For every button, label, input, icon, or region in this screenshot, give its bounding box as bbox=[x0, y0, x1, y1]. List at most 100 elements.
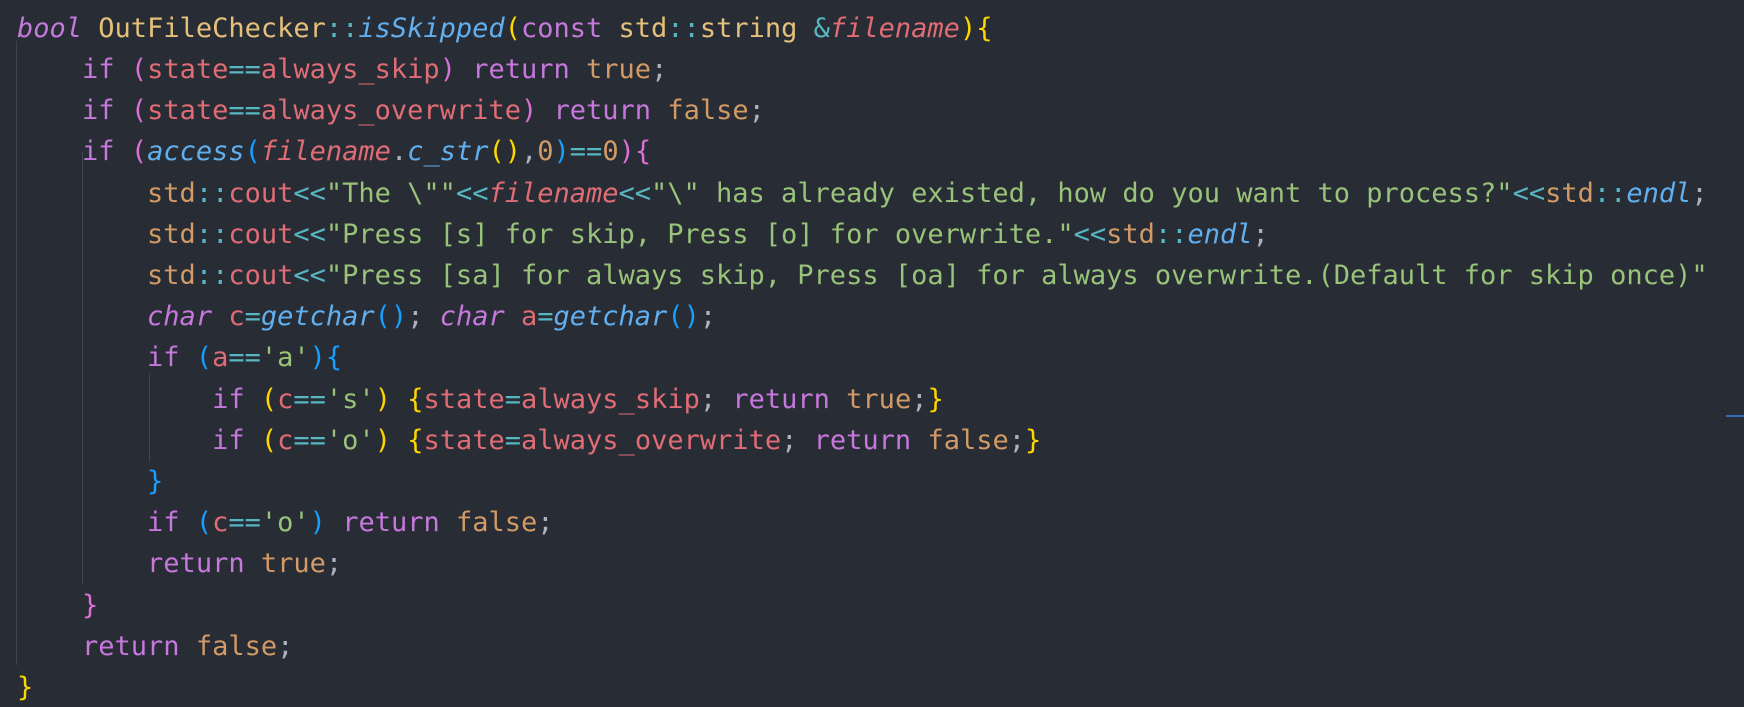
code-token: true bbox=[586, 54, 652, 85]
code-token: if bbox=[212, 384, 245, 415]
code-token: } bbox=[927, 384, 944, 415]
code-line[interactable]: bool OutFileChecker::isSkipped(const std… bbox=[17, 8, 992, 49]
scrollbar-marker bbox=[1726, 415, 1744, 417]
code-token: ( bbox=[260, 384, 278, 415]
code-token: access bbox=[147, 136, 245, 167]
code-token: string bbox=[699, 13, 798, 44]
code-token: std bbox=[147, 178, 196, 209]
code-token: << bbox=[1073, 219, 1107, 250]
code-token: ( bbox=[504, 13, 521, 44]
code-token: == bbox=[293, 384, 326, 415]
code-token: ; bbox=[748, 95, 765, 126]
code-token: true bbox=[260, 548, 326, 579]
code-token: isSkipped bbox=[358, 13, 505, 44]
code-token: ( bbox=[130, 136, 148, 167]
code-token: state bbox=[423, 384, 505, 415]
code-line[interactable]: if (c=='s') {state=always_skip; return t… bbox=[17, 379, 944, 420]
code-token: 'o' bbox=[325, 425, 375, 456]
code-token: == bbox=[569, 136, 603, 167]
code-line[interactable]: } bbox=[17, 461, 163, 502]
code-line[interactable]: } bbox=[17, 585, 98, 626]
code-token: ( bbox=[195, 342, 213, 373]
code-token: ; bbox=[277, 631, 294, 662]
code-token: false bbox=[195, 631, 278, 662]
code-token: filename bbox=[260, 136, 391, 167]
code-token: == bbox=[293, 425, 326, 456]
code-token: ; bbox=[781, 425, 814, 456]
code-token: state bbox=[147, 95, 229, 126]
code-token: getchar bbox=[553, 301, 668, 332]
code-token: return bbox=[732, 384, 830, 415]
code-token: const bbox=[520, 13, 603, 44]
code-token: endl bbox=[1187, 219, 1253, 250]
code-line[interactable]: return false; bbox=[17, 626, 293, 667]
code-line[interactable]: char c=getchar(); char a=getchar(); bbox=[17, 296, 716, 337]
code-token: char bbox=[147, 301, 213, 332]
code-line[interactable]: if (c=='o') return false; bbox=[17, 502, 554, 543]
code-token: :: bbox=[325, 13, 359, 44]
code-token: ( bbox=[130, 95, 148, 126]
code-token: . bbox=[390, 136, 408, 167]
code-token: return bbox=[82, 631, 180, 662]
code-line[interactable]: if (c=='o') {state=always_overwrite; ret… bbox=[17, 420, 1041, 461]
code-token: = bbox=[244, 301, 261, 332]
code-token: ( bbox=[260, 425, 278, 456]
code-token: always_skip bbox=[260, 54, 440, 85]
code-token: ; bbox=[537, 507, 554, 538]
code-token: ( bbox=[130, 54, 148, 85]
code-token: ( bbox=[244, 136, 261, 167]
code-line[interactable]: if (a=='a'){ bbox=[17, 337, 342, 378]
code-token: 0 bbox=[537, 136, 554, 167]
code-token: ) bbox=[520, 95, 538, 126]
code-token: () bbox=[488, 136, 521, 167]
code-token: ; bbox=[699, 384, 733, 415]
code-token: :: bbox=[195, 219, 229, 250]
code-line[interactable]: std::cout<<"The \""<<filename<<"\" has a… bbox=[17, 173, 1708, 214]
code-editor[interactable]: bool OutFileChecker::isSkipped(const std… bbox=[0, 0, 1744, 707]
code-token: return bbox=[553, 95, 652, 126]
code-token: if bbox=[82, 95, 115, 126]
code-token: endl bbox=[1626, 178, 1692, 209]
code-token: } bbox=[1025, 425, 1042, 456]
code-token: { bbox=[407, 384, 424, 415]
code-token: } bbox=[82, 590, 99, 621]
code-line[interactable]: std::cout<<"Press [sa] for always skip, … bbox=[17, 255, 1708, 296]
code-token: ; bbox=[325, 548, 343, 579]
code-line[interactable]: return true; bbox=[17, 543, 342, 584]
code-token: return bbox=[813, 425, 912, 456]
code-token: ; bbox=[1008, 425, 1025, 456]
code-line[interactable]: if (access(filename.c_str(),0)==0){ bbox=[17, 131, 651, 172]
code-token: if bbox=[82, 136, 115, 167]
code-token: () bbox=[667, 301, 700, 332]
code-line[interactable]: if (state==always_overwrite) return fals… bbox=[17, 90, 765, 131]
code-line[interactable]: } bbox=[17, 667, 33, 707]
code-token: std bbox=[1545, 178, 1594, 209]
code-token: 'a' bbox=[260, 342, 310, 373]
code-line[interactable]: if (state==always_skip) return true; bbox=[17, 49, 667, 90]
code-token: :: bbox=[667, 13, 700, 44]
code-token: "Press [s] for skip, Press [o] for overw… bbox=[325, 219, 1074, 250]
code-line[interactable]: std::cout<<"Press [s] for skip, Press [o… bbox=[17, 214, 1269, 255]
